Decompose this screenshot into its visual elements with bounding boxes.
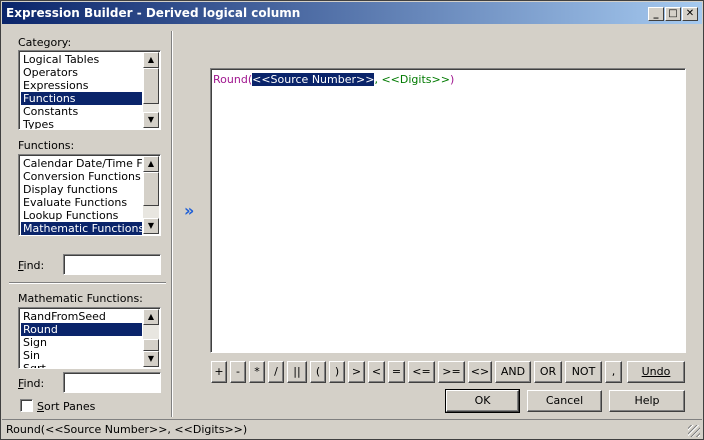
sort-panes-label[interactable]: Sort Panes <box>37 400 95 413</box>
list-item[interactable]: Lookup Functions <box>21 209 142 222</box>
cancel-button[interactable]: Cancel <box>527 390 602 412</box>
list-item[interactable]: Calendar Date/Time Func <box>21 157 142 170</box>
math-functions-label: Mathematic Functions: <box>18 292 143 305</box>
operator-button[interactable]: = <box>388 361 405 383</box>
expression-builder-window: Expression Builder - Derived logical col… <box>0 0 704 440</box>
scroll-thumb[interactable] <box>143 172 159 206</box>
list-item[interactable]: Sin <box>21 349 142 362</box>
operator-button[interactable]: || <box>287 361 307 383</box>
ok-button[interactable]: OK <box>445 389 520 413</box>
list-item[interactable]: Mathematic Functions <box>21 222 142 235</box>
editor-arg-source-number[interactable]: <<Source Number>> <box>252 73 375 86</box>
undo-button[interactable]: Undo <box>627 361 685 383</box>
scroll-up-icon[interactable]: ▲ <box>143 156 159 172</box>
operator-button[interactable]: AND <box>495 361 531 383</box>
operator-button[interactable]: > <box>348 361 365 383</box>
operator-button[interactable]: ) <box>329 361 345 383</box>
list-item[interactable]: Operators <box>21 66 142 79</box>
find-input[interactable] <box>63 254 161 275</box>
editor-close-paren: ) <box>449 73 455 86</box>
expression-editor[interactable]: Round(<<Source Number>>, <<Digits>>) <box>210 68 686 353</box>
list-item[interactable]: Expressions <box>21 79 142 92</box>
scroll-up-icon[interactable]: ▲ <box>143 52 159 68</box>
functions-label: Functions: <box>18 139 75 152</box>
window-title: Expression Builder - Derived logical col… <box>6 6 301 20</box>
scroll-thumb[interactable] <box>143 339 159 351</box>
insert-arrow-icon[interactable]: » <box>184 201 194 220</box>
list-item[interactable]: RandFromSeed <box>21 310 142 323</box>
sort-panes-checkbox[interactable] <box>20 399 33 412</box>
status-text: Round(<<Source Number>>, <<Digits>>) <box>6 423 248 436</box>
divider <box>171 31 173 417</box>
title-bar[interactable]: Expression Builder - Derived logical col… <box>2 2 702 24</box>
list-item[interactable]: Constants <box>21 105 142 118</box>
scroll-down-icon[interactable]: ▼ <box>143 218 159 234</box>
divider <box>9 282 166 284</box>
functions-listbox[interactable]: Calendar Date/Time FuncConversion Functi… <box>18 154 161 236</box>
scroll-thumb[interactable] <box>143 68 159 104</box>
functions-scrollbar[interactable]: ▲ ▼ <box>143 156 159 234</box>
operator-button[interactable]: * <box>249 361 265 383</box>
list-item[interactable]: Logical Tables <box>21 53 142 66</box>
operator-button[interactable]: <> <box>468 361 492 383</box>
math-functions-scrollbar[interactable]: ▲ ▼ <box>143 309 159 367</box>
operator-button[interactable]: <= <box>408 361 435 383</box>
find-label: Find: <box>18 377 45 390</box>
list-item[interactable]: Sign <box>21 336 142 349</box>
scroll-down-icon[interactable]: ▼ <box>143 351 159 367</box>
editor-function-name: Round <box>213 73 248 86</box>
minimize-button[interactable]: _ <box>648 7 664 21</box>
list-item[interactable]: Evaluate Functions <box>21 196 142 209</box>
operator-button[interactable]: >= <box>438 361 465 383</box>
list-item[interactable]: Functions <box>21 92 142 105</box>
category-listbox[interactable]: Logical Tables Operators Expressions Functi… <box>18 50 161 130</box>
scroll-up-icon[interactable]: ▲ <box>143 309 159 325</box>
operator-button[interactable]: , <box>605 361 622 383</box>
operator-button[interactable]: OR <box>534 361 562 383</box>
operator-button[interactable]: NOT <box>565 361 602 383</box>
help-button[interactable]: Help <box>609 390 685 412</box>
operator-button[interactable]: / <box>268 361 284 383</box>
math-functions-listbox[interactable]: RandFromSeed Round Sign Sin Sqrt ▲ ▼ <box>18 307 161 369</box>
scroll-down-icon[interactable]: ▼ <box>143 112 159 128</box>
list-item[interactable]: Conversion Functions <box>21 170 142 183</box>
category-scrollbar[interactable]: ▲ ▼ <box>143 52 159 128</box>
operator-button[interactable]: < <box>368 361 385 383</box>
editor-arg-digits[interactable]: <<Digits>> <box>381 73 449 86</box>
list-item[interactable]: Round <box>21 323 142 336</box>
close-button[interactable]: ✕ <box>682 7 698 21</box>
operator-button[interactable]: - <box>230 361 246 383</box>
find-label: Find: <box>18 259 45 272</box>
list-item[interactable]: Types <box>21 118 142 129</box>
find-input-math[interactable] <box>63 372 161 393</box>
category-label: Category: <box>18 36 72 49</box>
resize-grip-icon[interactable] <box>688 425 700 437</box>
status-bar: Round(<<Source Number>>, <<Digits>>) <box>2 419 702 439</box>
operator-button[interactable]: ( <box>310 361 326 383</box>
maximize-button[interactable]: □ <box>665 7 681 21</box>
operator-button[interactable]: + <box>211 361 227 383</box>
list-item[interactable]: Display functions <box>21 183 142 196</box>
list-item[interactable]: Sqrt <box>21 362 142 368</box>
